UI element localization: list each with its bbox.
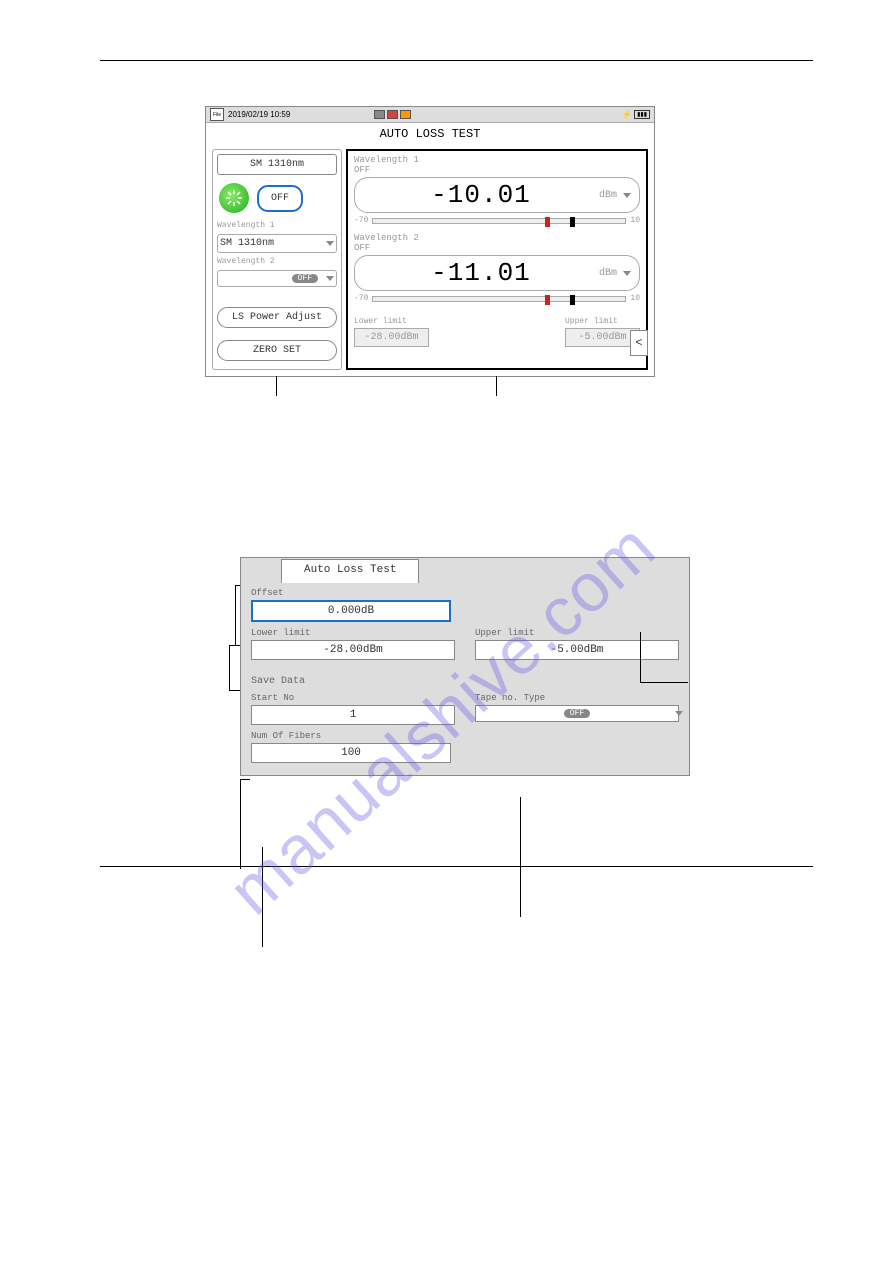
ls-power-adjust-button[interactable]: LS Power Adjust xyxy=(217,307,337,328)
scale-bar-1 xyxy=(372,218,626,224)
scale-max: 10 xyxy=(630,216,640,225)
off-badge: OFF xyxy=(564,709,590,718)
upper-limit-label: Upper limit xyxy=(475,628,679,638)
startno-label: Start No xyxy=(251,693,455,703)
wl2-dropdown[interactable]: OFF xyxy=(217,270,337,287)
offset-label: Offset xyxy=(251,588,679,598)
laser-off-button[interactable]: OFF xyxy=(257,185,303,212)
wl1-unit-dropdown[interactable]: dBm xyxy=(599,190,631,201)
status-icon-1 xyxy=(374,110,385,119)
sm-mode-button[interactable]: SM 1310nm xyxy=(217,154,337,175)
wl2-label: Wavelength 2 xyxy=(217,257,337,266)
off-badge: OFF xyxy=(292,274,318,283)
save-data-section: Save Data xyxy=(251,676,679,687)
upper-limit-value: -5.00dBm xyxy=(565,328,640,347)
setup-panel: Auto Loss Test Offset 0.000dB Lower limi… xyxy=(240,557,690,776)
scale-max-2: 10 xyxy=(630,294,640,303)
upper-limit-field[interactable]: -5.00dBm xyxy=(475,640,679,660)
device-screenshot: File 2019/02/19 10:59 ⚡ ▮▮▮ AUTO LOSS TE… xyxy=(205,106,655,377)
status-datetime: 2019/02/19 10:59 xyxy=(228,110,290,119)
wl1-dropdown[interactable]: SM 1310nm xyxy=(217,234,337,253)
chevron-down-icon xyxy=(623,271,631,276)
scale-bar-2 xyxy=(372,296,626,302)
offset-field[interactable]: 0.000dB xyxy=(251,600,451,622)
laser-indicator-icon xyxy=(219,183,249,213)
chevron-down-icon xyxy=(326,276,334,281)
lower-limit-value: -28.00dBm xyxy=(354,328,429,347)
auto-loss-test-tab[interactable]: Auto Loss Test xyxy=(281,559,419,583)
scale-min-2: -70 xyxy=(354,294,368,303)
zero-set-button[interactable]: ZERO SET xyxy=(217,340,337,361)
wl1-label: Wavelength 1 xyxy=(217,221,337,230)
chevron-down-icon xyxy=(623,193,631,198)
wl2-state: OFF xyxy=(354,243,640,253)
tapeno-dropdown[interactable]: OFF xyxy=(475,705,679,722)
status-icon-3 xyxy=(400,110,411,119)
wl1-value: -10.01 xyxy=(431,180,531,210)
tapeno-label: Tape no. Type xyxy=(475,693,679,703)
wl2-value: -11.01 xyxy=(431,258,531,288)
wl2-label: Wavelength 2 xyxy=(354,233,640,243)
lower-limit-label: Lower limit xyxy=(251,628,455,638)
numfibers-field[interactable]: 100 xyxy=(251,743,451,763)
wl1-state: OFF xyxy=(354,165,640,175)
measured-value-panel: Wavelength 1 OFF -10.01 dBm -70 10 xyxy=(346,149,648,370)
scale-min: -70 xyxy=(354,216,368,225)
left-control-panel: SM 1310nm OFF Wavelength 1 SM 1310nm Wav… xyxy=(212,149,342,370)
battery-icon: ▮▮▮ xyxy=(634,110,650,119)
plug-icon: ⚡ xyxy=(622,110,632,119)
screen-title: AUTO LOSS TEST xyxy=(206,123,654,149)
upper-limit-label: Upper limit xyxy=(565,317,640,326)
wl2-unit-dropdown[interactable]: dBm xyxy=(599,268,631,279)
startno-field[interactable]: 1 xyxy=(251,705,455,725)
wl1-label: Wavelength 1 xyxy=(354,155,640,165)
lower-limit-label: Lower limit xyxy=(354,317,429,326)
file-icon: File xyxy=(210,108,224,121)
chevron-down-icon xyxy=(675,711,683,716)
wl1-reading: -10.01 dBm xyxy=(354,177,640,213)
numfibers-label: Num Of Fibers xyxy=(251,731,679,741)
chevron-down-icon xyxy=(326,241,334,246)
wl2-reading: -11.01 dBm xyxy=(354,255,640,291)
status-icon-2 xyxy=(387,110,398,119)
status-bar: File 2019/02/19 10:59 ⚡ ▮▮▮ xyxy=(206,107,654,123)
expand-arrow-button[interactable]: < xyxy=(630,330,648,356)
lower-limit-field[interactable]: -28.00dBm xyxy=(251,640,455,660)
